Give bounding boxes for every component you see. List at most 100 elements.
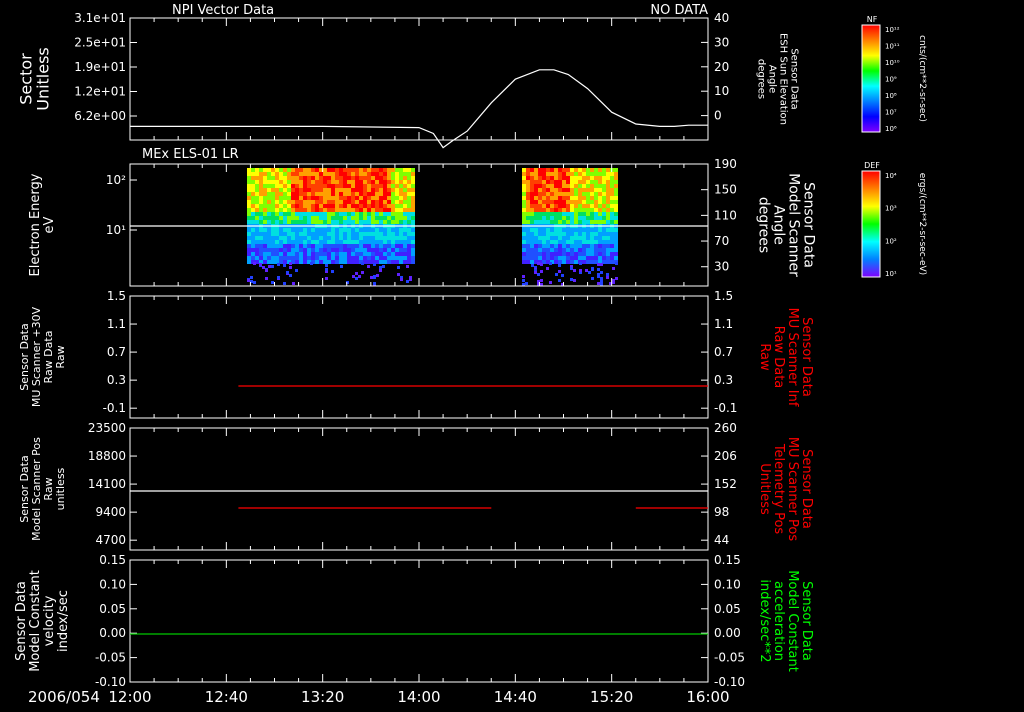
- heatmap-cell: [546, 248, 550, 252]
- heatmap-cell: [538, 232, 542, 236]
- heatmap-cell: [610, 256, 614, 260]
- heatmap-cell: [343, 168, 347, 172]
- heatmap-cell: [542, 192, 546, 196]
- heatmap-cell: [355, 248, 359, 252]
- heatmap-cell: [307, 168, 311, 172]
- heatmap-cell: [550, 184, 554, 188]
- heatmap-cell: [299, 192, 303, 196]
- heatmap-cell: [534, 204, 538, 208]
- heatmap-cell: [319, 176, 323, 180]
- heatmap-cell: [586, 192, 590, 196]
- heatmap-cell: [566, 208, 570, 212]
- heatmap-cell: [578, 240, 582, 244]
- heatmap-cell: [315, 200, 319, 204]
- heatmap-cell: [387, 240, 391, 244]
- heatmap-speck: [600, 277, 603, 280]
- heatmap-cell: [546, 212, 550, 216]
- heatmap-cell: [574, 208, 578, 212]
- heatmap-cell: [295, 228, 299, 232]
- heatmap-cell: [387, 212, 391, 216]
- heatmap-cell: [538, 236, 542, 240]
- heatmap-cell: [355, 184, 359, 188]
- left-tick-label: 1.2e+01: [74, 85, 126, 99]
- heatmap-speck: [289, 262, 292, 265]
- heatmap-cell: [343, 256, 347, 260]
- heatmap-cell: [283, 248, 287, 252]
- heatmap-cell: [614, 204, 618, 208]
- heatmap-cell: [263, 236, 267, 240]
- heatmap-cell: [279, 232, 283, 236]
- heatmap-cell: [379, 200, 383, 204]
- heatmap-cell: [554, 196, 558, 200]
- heatmap-cell: [550, 216, 554, 220]
- heatmap-cell: [522, 180, 526, 184]
- heatmap-cell: [550, 172, 554, 176]
- heatmap-cell: [566, 196, 570, 200]
- heatmap-cell: [351, 244, 355, 248]
- heatmap-cell: [614, 180, 618, 184]
- heatmap-speck: [283, 282, 286, 285]
- right-axis-label: index/sec**2: [757, 579, 772, 662]
- heatmap-cell: [331, 236, 335, 240]
- heatmap-cell: [570, 188, 574, 192]
- heatmap-cell: [562, 184, 566, 188]
- heatmap-cell: [578, 196, 582, 200]
- heatmap-cell: [534, 180, 538, 184]
- heatmap-cell: [303, 248, 307, 252]
- heatmap-cell: [379, 220, 383, 224]
- heatmap-cell: [347, 252, 351, 256]
- heatmap-cell: [267, 220, 271, 224]
- heatmap-cell: [578, 228, 582, 232]
- heatmap-cell: [363, 216, 367, 220]
- heatmap-cell: [614, 220, 618, 224]
- heatmap-speck: [361, 262, 364, 265]
- heatmap-cell: [614, 172, 618, 176]
- heatmap-cell: [339, 204, 343, 208]
- heatmap-speck: [277, 263, 280, 266]
- heatmap-cell: [387, 244, 391, 248]
- heatmap-cell: [594, 244, 598, 248]
- heatmap-cell: [538, 188, 542, 192]
- right-axis-label: Sensor Data: [801, 182, 817, 268]
- heatmap-cell: [407, 228, 411, 232]
- right-tick-label: 10: [714, 84, 729, 98]
- heatmap-cell: [407, 212, 411, 216]
- heatmap-cell: [594, 204, 598, 208]
- heatmap-cell: [610, 196, 614, 200]
- heatmap-cell: [387, 172, 391, 176]
- heatmap-cell: [255, 188, 259, 192]
- x-tick-label: 12:00: [108, 688, 151, 706]
- colorbar-tick-label: 10⁴: [885, 172, 897, 180]
- heatmap-cell: [602, 220, 606, 224]
- heatmap-cell: [311, 208, 315, 212]
- heatmap-cell: [411, 172, 415, 176]
- heatmap-speck: [268, 265, 271, 268]
- heatmap-speck: [253, 281, 256, 284]
- heatmap-cell: [251, 236, 255, 240]
- heatmap-cell: [383, 244, 387, 248]
- heatmap-cell: [379, 172, 383, 176]
- heatmap-cell: [299, 188, 303, 192]
- heatmap-cell: [395, 200, 399, 204]
- heatmap-cell: [311, 192, 315, 196]
- heatmap-cell: [355, 256, 359, 260]
- heatmap-cell: [367, 196, 371, 200]
- heatmap-cell: [411, 248, 415, 252]
- heatmap-cell: [307, 180, 311, 184]
- heatmap-cell: [391, 200, 395, 204]
- heatmap-cell: [574, 240, 578, 244]
- heatmap-cell: [534, 244, 538, 248]
- heatmap-speck: [409, 278, 412, 281]
- heatmap-cell: [267, 256, 271, 260]
- left-tick-label: 1.9e+01: [74, 60, 126, 74]
- heatmap-speck: [331, 270, 334, 273]
- heatmap-speck: [606, 276, 609, 279]
- heatmap-cell: [311, 216, 315, 220]
- heatmap-cell: [271, 220, 275, 224]
- heatmap-cell: [606, 172, 610, 176]
- heatmap-cell: [606, 188, 610, 192]
- left-tick-label: 14100: [88, 477, 126, 491]
- heatmap-cell: [319, 248, 323, 252]
- heatmap-cell: [327, 216, 331, 220]
- heatmap-cell: [562, 260, 566, 264]
